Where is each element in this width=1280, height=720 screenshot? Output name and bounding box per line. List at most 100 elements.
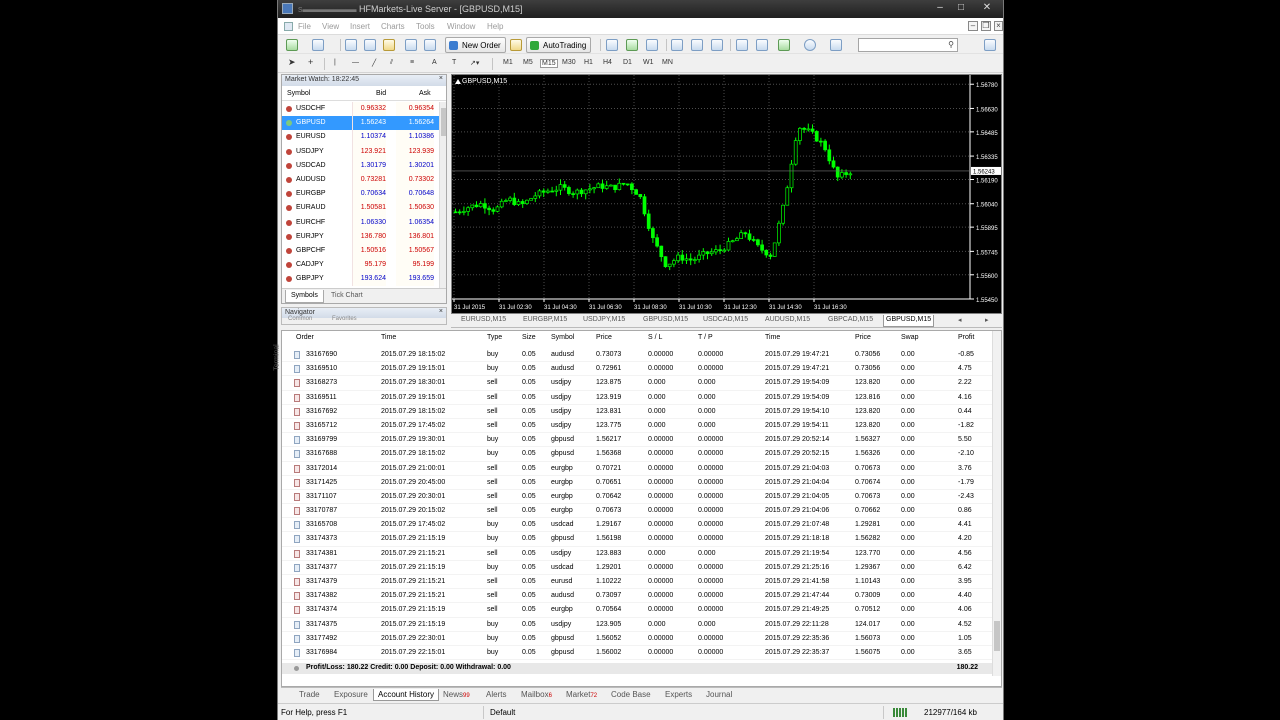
tab-tick-chart[interactable]: Tick Chart: [326, 290, 368, 303]
table-row[interactable]: 33174373 2015.07.29 21:15:19 buy 0.05 gbpusd…: [282, 532, 992, 547]
history-col-sl-6[interactable]: S / L: [648, 334, 662, 341]
crosshair-icon[interactable]: +: [308, 57, 313, 67]
zoom-out-icon[interactable]: [691, 39, 703, 51]
table-row[interactable]: 33177492 2015.07.29 22:30:01 buy 0.05 gbpusd…: [282, 632, 992, 646]
table-row[interactable]: 33167688 2015.07.29 18:15:02 buy 0.05 gbpusd…: [282, 447, 992, 462]
col-symbol[interactable]: Symbol: [287, 90, 310, 97]
table-row[interactable]: 33174374 2015.07.29 21:15:19 sell 0.05 eurgb…: [282, 603, 992, 618]
cursor-icon[interactable]: ➤: [288, 57, 296, 68]
tab-news[interactable]: News99: [439, 689, 474, 701]
chart-tab-gbpusd-active[interactable]: GBPUSD,M15: [883, 315, 935, 327]
market-watch-row[interactable]: EURJPY 136.780 136.801: [282, 229, 440, 244]
chart-shift-icon[interactable]: [756, 39, 768, 51]
table-row[interactable]: 33165708 2015.07.29 17:45:02 buy 0.05 usdcad…: [282, 518, 992, 533]
table-row[interactable]: 33172014 2015.07.29 21:00:01 sell 0.05 eurgb…: [282, 462, 992, 476]
market-watch-row[interactable]: EURAUD 1.50581 1.50630: [282, 201, 440, 216]
table-row[interactable]: 33167690 2015.07.29 18:15:02 buy 0.05 audusd…: [282, 348, 992, 363]
market-watch-row[interactable]: AUDUSD 0.73281 0.73302: [282, 172, 440, 188]
table-row[interactable]: 33169511 2015.07.29 19:15:01 sell 0.05 usdjp…: [282, 391, 992, 405]
indicators-icon[interactable]: [778, 39, 790, 51]
table-row[interactable]: 33174379 2015.07.29 21:15:21 sell 0.05 eurus…: [282, 575, 992, 590]
chart-tab-gbpcad[interactable]: GBPCAD,M15: [826, 315, 875, 327]
table-row[interactable]: 33171107 2015.07.29 20:30:01 sell 0.05 eurgb…: [282, 490, 992, 505]
channel-icon[interactable]: ⫽: [390, 59, 393, 67]
line-chart-icon[interactable]: [646, 39, 658, 51]
tf-m15[interactable]: M15: [540, 59, 558, 68]
tab-scroll-left-icon[interactable]: ◂: [956, 315, 964, 327]
tab-common[interactable]: Common: [288, 316, 312, 322]
history-col-time-8[interactable]: Time: [765, 334, 780, 341]
market-watch-row[interactable]: GBPCHF 1.50516 1.50567: [282, 243, 440, 259]
auto-scroll-icon[interactable]: [736, 39, 748, 51]
close-button[interactable]: ✕: [975, 1, 999, 15]
tf-m5[interactable]: M5: [523, 59, 533, 66]
table-row[interactable]: 33174381 2015.07.29 21:15:21 sell 0.05 usdjp…: [282, 547, 992, 561]
tf-m1[interactable]: M1: [503, 59, 513, 66]
arrows-icon[interactable]: ↗▾: [470, 59, 479, 67]
tf-h1[interactable]: H1: [584, 59, 593, 66]
market-watch-row[interactable]: EURCHF 1.06330 1.06354: [282, 215, 440, 230]
document-icon[interactable]: [284, 22, 293, 31]
tab-alerts[interactable]: Alerts: [482, 689, 510, 701]
table-row[interactable]: 33168273 2015.07.29 18:30:01 sell 0.05 usdjp…: [282, 376, 992, 391]
tab-account-history[interactable]: Account History: [373, 689, 440, 701]
col-ask[interactable]: Ask: [419, 90, 431, 97]
chart-tab-eurusd[interactable]: EURUSD,M15: [459, 315, 508, 327]
text-label-icon[interactable]: T: [452, 59, 456, 66]
community-icon[interactable]: [984, 39, 996, 51]
tf-m30[interactable]: M30: [562, 59, 576, 66]
search-input[interactable]: ⚲: [858, 38, 958, 52]
chart-canvas[interactable]: 1.56780 1.56630 1.56485 1.56335 1.56190 1.560…: [452, 75, 1002, 314]
tab-favorites[interactable]: Favorites: [332, 316, 357, 322]
horizontal-line-icon[interactable]: —: [352, 59, 359, 66]
tab-trade[interactable]: Trade: [295, 689, 324, 701]
history-col-type-2[interactable]: Type: [487, 334, 502, 341]
price-chart[interactable]: 1.56780 1.56630 1.56485 1.56335 1.56190 1.560…: [451, 74, 1002, 314]
text-icon[interactable]: A: [432, 59, 437, 66]
tf-w1[interactable]: W1: [643, 59, 654, 66]
table-row[interactable]: 33174382 2015.07.29 21:15:21 sell 0.05 audus…: [282, 589, 992, 604]
tf-h4[interactable]: H4: [603, 59, 612, 66]
child-restore-icon[interactable]: ❐: [981, 21, 991, 31]
menu-help[interactable]: Help: [487, 22, 503, 31]
menu-insert[interactable]: Insert: [350, 22, 370, 31]
market-watch-row[interactable]: GBPJPY 193.624 193.659: [282, 272, 440, 287]
tile-windows-icon[interactable]: [711, 39, 723, 51]
tab-market[interactable]: Market72: [562, 689, 601, 701]
tab-code-base[interactable]: Code Base: [607, 689, 655, 701]
chart-tab-gbpusd[interactable]: GBPUSD,M15: [641, 315, 690, 327]
tab-scroll-right-icon[interactable]: ▸: [983, 315, 991, 327]
history-col-tp-7[interactable]: T / P: [698, 334, 713, 341]
table-row[interactable]: 33174377 2015.07.29 21:15:19 buy 0.05 usdcad…: [282, 561, 992, 575]
history-col-price-9[interactable]: Price: [855, 334, 871, 341]
history-col-size-3[interactable]: Size: [522, 334, 536, 341]
history-scrollbar[interactable]: [992, 331, 1001, 676]
trendline-icon[interactable]: ╱: [372, 59, 376, 67]
table-row[interactable]: 33174375 2015.07.29 21:15:19 buy 0.05 usdjpy…: [282, 618, 992, 632]
table-row[interactable]: 33167692 2015.07.29 18:15:02 sell 0.05 usdjp…: [282, 405, 992, 419]
tab-exposure[interactable]: Exposure: [330, 689, 372, 701]
close-icon[interactable]: ×: [439, 75, 443, 82]
tab-journal[interactable]: Journal: [702, 689, 736, 701]
vertical-line-icon[interactable]: |: [334, 59, 336, 66]
tab-symbols[interactable]: Symbols: [285, 290, 324, 303]
chart-tab-usdcad[interactable]: USDCAD,M15: [701, 315, 750, 327]
history-col-swap-10[interactable]: Swap: [901, 334, 919, 341]
new-order-button[interactable]: New Order: [445, 37, 506, 53]
table-row[interactable]: 33176984 2015.07.29 22:15:01 buy 0.05 gbpusd…: [282, 646, 992, 661]
metaeditor-icon[interactable]: [510, 39, 522, 51]
market-watch-row[interactable]: USDCHF 0.96332 0.96354: [282, 102, 440, 117]
search-icon[interactable]: ⚲: [948, 40, 954, 49]
menu-charts[interactable]: Charts: [381, 22, 405, 31]
chart-tab-audusd[interactable]: AUDUSD,M15: [763, 315, 812, 327]
navigator-icon[interactable]: [383, 39, 395, 51]
close-icon[interactable]: ×: [439, 308, 443, 315]
market-watch-row[interactable]: USDCAD 1.30179 1.30201: [282, 158, 440, 173]
table-row[interactable]: 33169510 2015.07.29 19:15:01 buy 0.05 audusd…: [282, 362, 992, 377]
table-row[interactable]: 33171425 2015.07.29 20:45:00 sell 0.05 eurgb…: [282, 476, 992, 490]
bar-chart-icon[interactable]: [606, 39, 618, 51]
history-col-order-0[interactable]: Order: [296, 334, 314, 341]
terminal-icon[interactable]: [405, 39, 417, 51]
table-row[interactable]: 33170787 2015.07.29 20:15:02 sell 0.05 eurgb…: [282, 504, 992, 519]
child-close-icon[interactable]: ×: [994, 21, 1003, 31]
